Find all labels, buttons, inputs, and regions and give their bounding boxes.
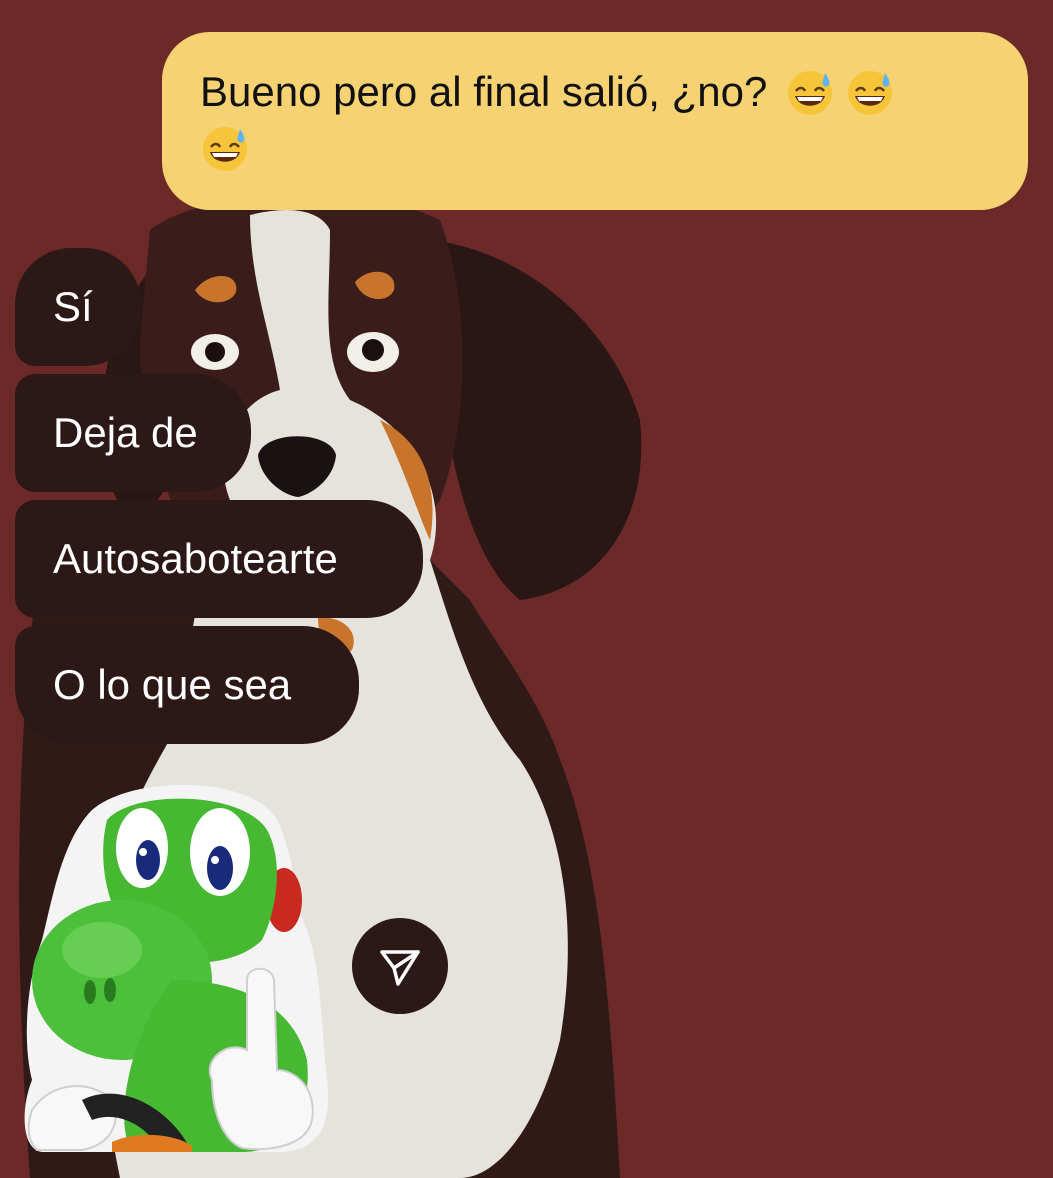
- incoming-message-text: O lo que sea: [53, 661, 292, 708]
- incoming-message-bubble[interactable]: Sí: [15, 248, 141, 366]
- incoming-message-text: Sí: [53, 283, 93, 330]
- share-button[interactable]: [352, 918, 448, 1014]
- outgoing-message-bubble[interactable]: Bueno pero al final salió, ¿no?: [162, 32, 1028, 210]
- incoming-message-text: Deja de: [53, 409, 198, 456]
- grinning-sweat-emoji: [203, 126, 247, 171]
- outgoing-message-text: Bueno pero al final salió, ¿no?: [200, 68, 768, 115]
- yoshi-sticker[interactable]: [22, 780, 342, 1160]
- incoming-message-bubble[interactable]: O lo que sea: [15, 626, 359, 744]
- grinning-sweat-emoji: [848, 70, 893, 115]
- incoming-message-text: Autosabotearte: [53, 535, 338, 582]
- grinning-sweat-emoji: [788, 70, 833, 115]
- incoming-message-bubble[interactable]: Autosabotearte: [15, 500, 423, 618]
- incoming-message-bubble[interactable]: Deja de: [15, 374, 251, 492]
- paper-plane-icon: [380, 950, 420, 986]
